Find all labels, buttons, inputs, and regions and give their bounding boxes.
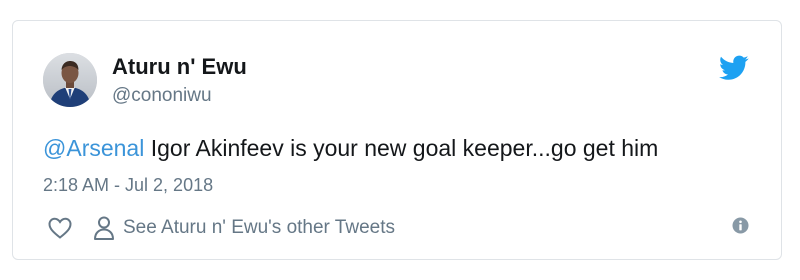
info-icon[interactable]	[732, 217, 749, 234]
avatar-image	[43, 53, 97, 107]
author-name[interactable]: Aturu n' Ewu	[112, 54, 247, 80]
tweet-text: @Arsenal Igor Akinfeev is your new goal …	[43, 133, 658, 163]
tweet-timestamp[interactable]: 2:18 AM - Jul 2, 2018	[43, 174, 213, 196]
other-tweets-link[interactable]: See Aturu n' Ewu's other Tweets	[123, 217, 395, 239]
mention-link[interactable]: @Arsenal	[43, 135, 144, 161]
person-icon[interactable]	[93, 215, 115, 241]
tweet-body: Igor Akinfeev is your new goal keeper...…	[144, 135, 659, 161]
twitter-bird-icon[interactable]	[719, 55, 749, 81]
embedded-tweet-card: Aturu n' Ewu @cononiwu @Arsenal Igor Aki…	[12, 20, 782, 260]
heart-icon[interactable]	[47, 216, 73, 240]
avatar[interactable]	[43, 53, 97, 107]
author-handle[interactable]: @cononiwu	[112, 85, 212, 107]
